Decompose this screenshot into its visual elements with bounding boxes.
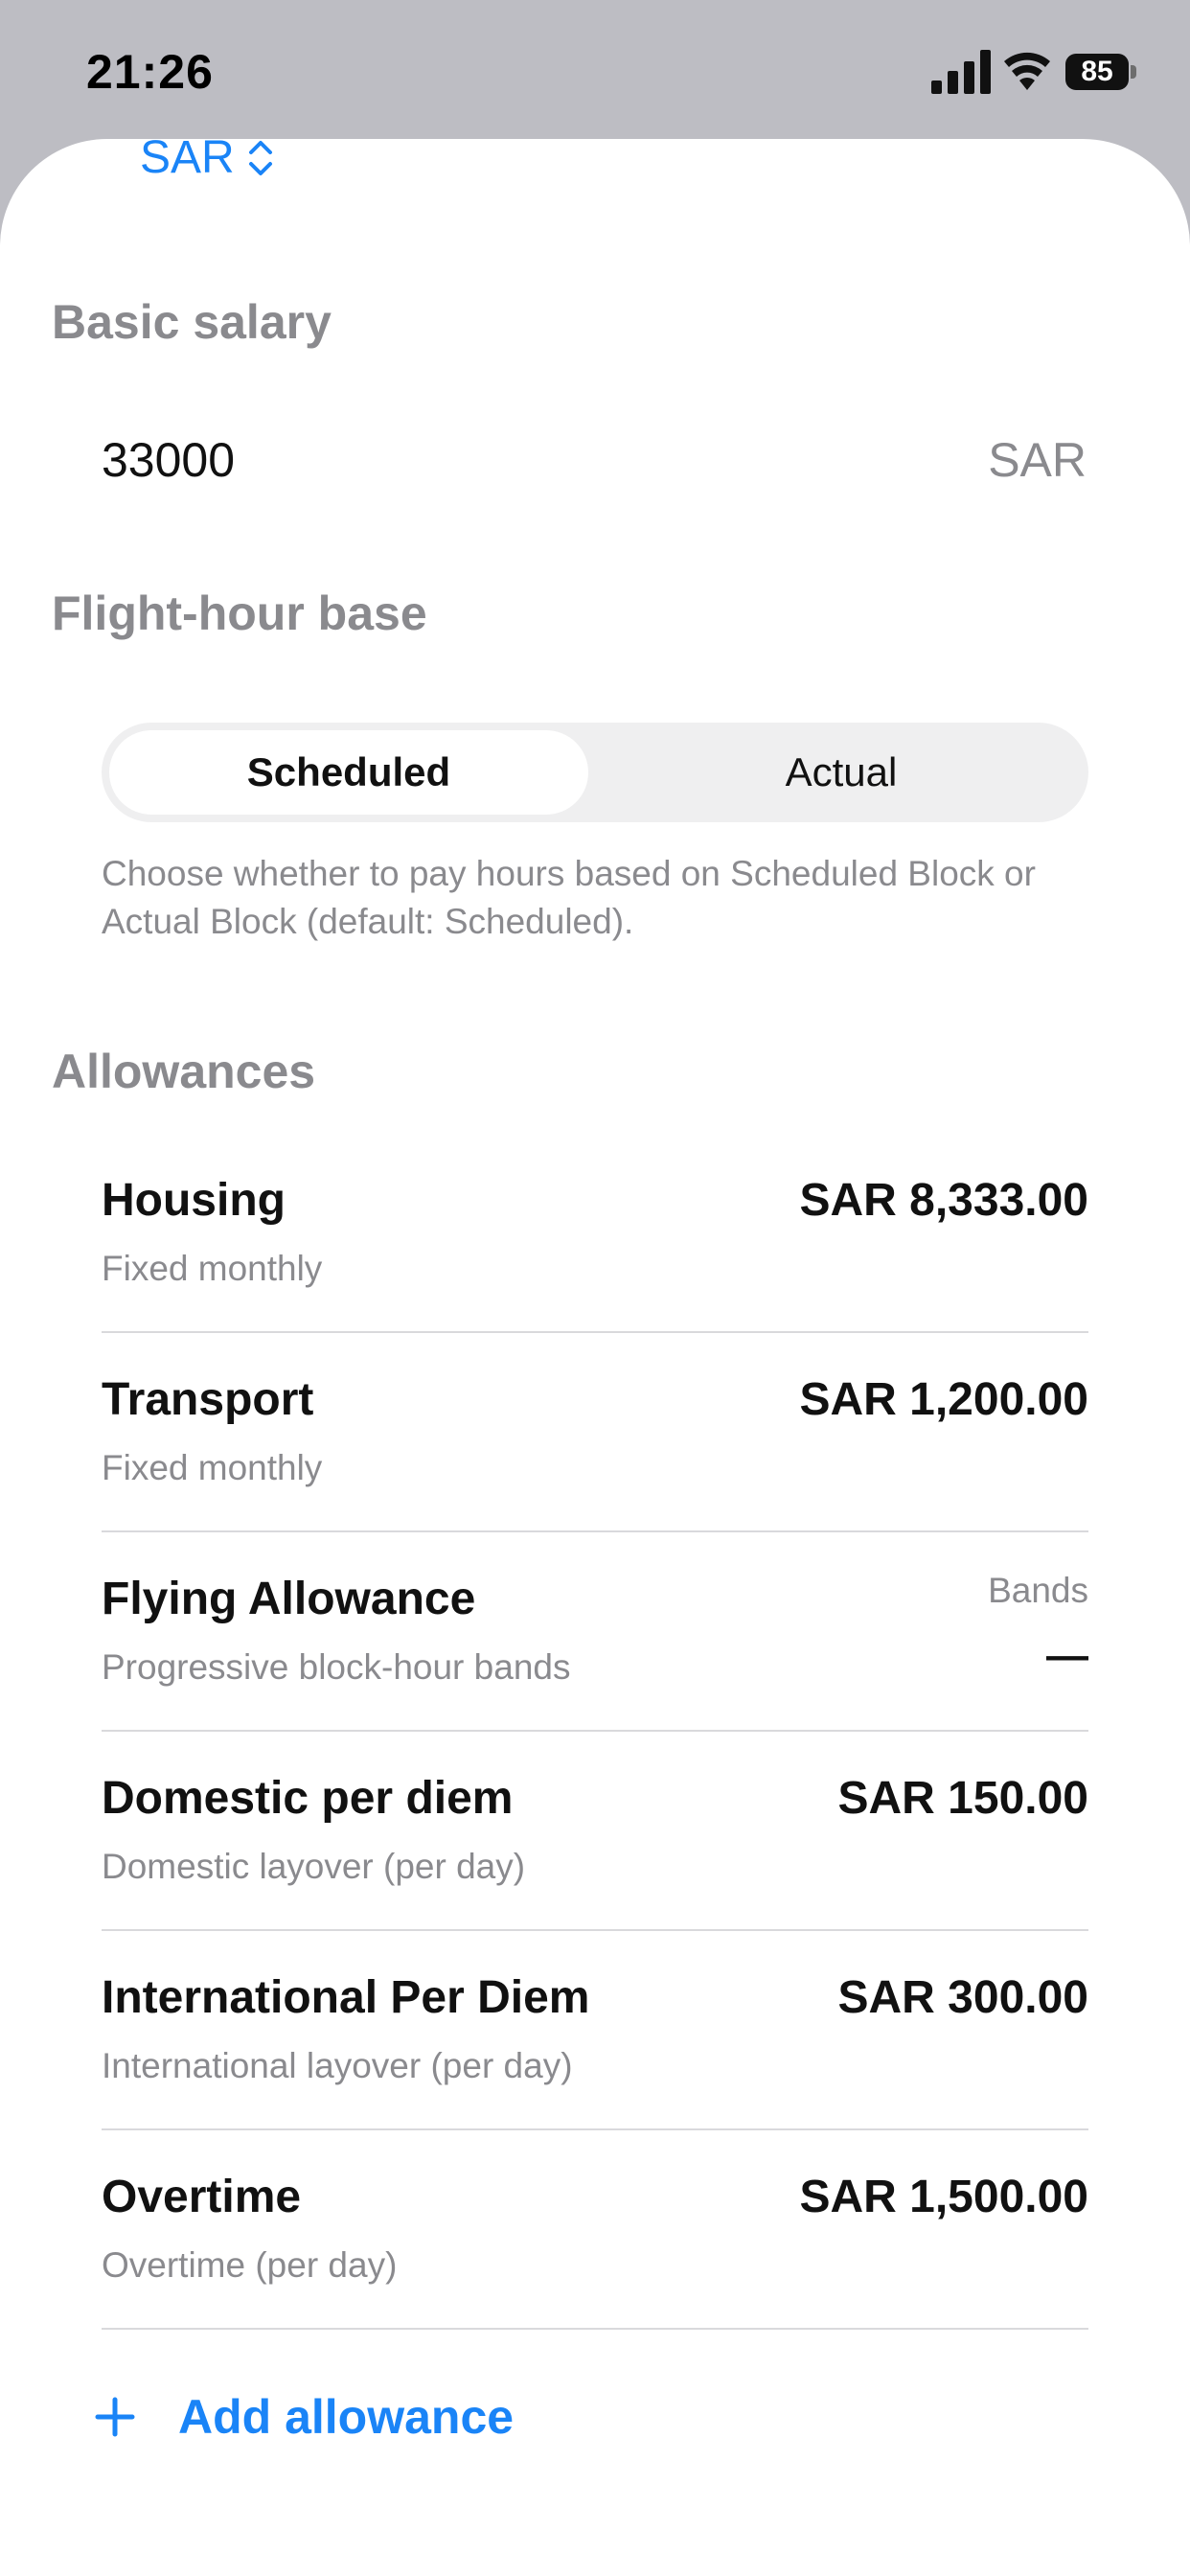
allowance-row-overtime[interactable]: Overtime Overtime (per day) SAR 1,500.00 bbox=[102, 2130, 1088, 2330]
status-time: 21:26 bbox=[86, 45, 214, 99]
allowance-row-housing[interactable]: Housing Fixed monthly SAR 8,333.00 bbox=[102, 1134, 1088, 1333]
allowance-name: Domestic per diem bbox=[102, 1773, 514, 1824]
allowance-name: Housing bbox=[102, 1175, 286, 1226]
flight-hour-base-footnote: Choose whether to pay hours based on Sch… bbox=[102, 854, 1036, 941]
battery-level: 85 bbox=[1065, 54, 1129, 90]
plus-icon bbox=[95, 2397, 135, 2437]
allowance-amount: SAR 300.00 bbox=[837, 1972, 1089, 2023]
bands-label: Bands bbox=[988, 1571, 1088, 1610]
add-allowance-label: Add allowance bbox=[178, 2390, 515, 2444]
currency-picker-label: SAR bbox=[140, 139, 235, 183]
allowance-subtitle: Overtime (per day) bbox=[102, 2245, 398, 2285]
segment-scheduled[interactable]: Scheduled bbox=[109, 730, 588, 815]
allowance-name: Transport bbox=[102, 1374, 314, 1425]
allowance-amount: SAR 1,500.00 bbox=[799, 2172, 1088, 2222]
allowance-amount: SAR 1,200.00 bbox=[799, 1374, 1088, 1425]
allowance-row-international-per-diem[interactable]: International Per Diem International lay… bbox=[102, 1931, 1088, 2130]
add-allowance-button[interactable]: Add allowance bbox=[94, 2389, 514, 2445]
allowance-amount: — bbox=[1046, 1632, 1088, 1679]
allowance-name: Overtime bbox=[102, 2172, 302, 2222]
allowances-title: Allowances bbox=[52, 1045, 316, 1098]
allowance-subtitle: Progressive block-hour bands bbox=[102, 1647, 571, 1687]
allowance-name: International Per Diem bbox=[102, 1972, 590, 2023]
basic-salary-title: Basic salary bbox=[52, 295, 332, 349]
wifi-icon bbox=[1004, 52, 1050, 90]
allowance-subtitle: Domestic layover (per day) bbox=[102, 1847, 526, 1886]
battery-icon: 85 bbox=[1065, 54, 1136, 90]
allowance-subtitle: International layover (per day) bbox=[102, 2046, 573, 2085]
basic-salary-unit: SAR bbox=[988, 433, 1087, 487]
cellular-signal-icon bbox=[931, 50, 991, 94]
allowance-amount: SAR 150.00 bbox=[837, 1773, 1089, 1824]
allowance-row-domestic-per-diem[interactable]: Domestic per diem Domestic layover (per … bbox=[102, 1732, 1088, 1931]
row-divider bbox=[102, 2328, 1088, 2330]
battery-tip bbox=[1131, 65, 1136, 79]
allowance-row-transport[interactable]: Transport Fixed monthly SAR 1,200.00 bbox=[102, 1333, 1088, 1532]
allowance-subtitle: Fixed monthly bbox=[102, 1249, 323, 1288]
currency-picker[interactable]: SAR bbox=[140, 139, 275, 184]
flight-hour-base-title: Flight-hour base bbox=[52, 586, 427, 640]
status-bar: 21:26 85 bbox=[0, 0, 1190, 144]
basic-salary-input[interactable]: 33000 bbox=[102, 432, 235, 488]
chevron-up-down-icon bbox=[248, 140, 272, 175]
allowance-name: Flying Allowance bbox=[102, 1574, 476, 1624]
segment-actual[interactable]: Actual bbox=[602, 730, 1081, 815]
settings-sheet: SAR Basic salary 33000 SAR Flight-hour b… bbox=[0, 139, 1190, 2576]
allowance-row-flying[interactable]: Flying Allowance Progressive block-hour … bbox=[102, 1532, 1088, 1732]
flight-hour-base-segmented-control: Scheduled Actual bbox=[102, 723, 1088, 822]
allowance-subtitle: Fixed monthly bbox=[102, 1448, 323, 1487]
allowance-amount: SAR 8,333.00 bbox=[799, 1175, 1088, 1226]
